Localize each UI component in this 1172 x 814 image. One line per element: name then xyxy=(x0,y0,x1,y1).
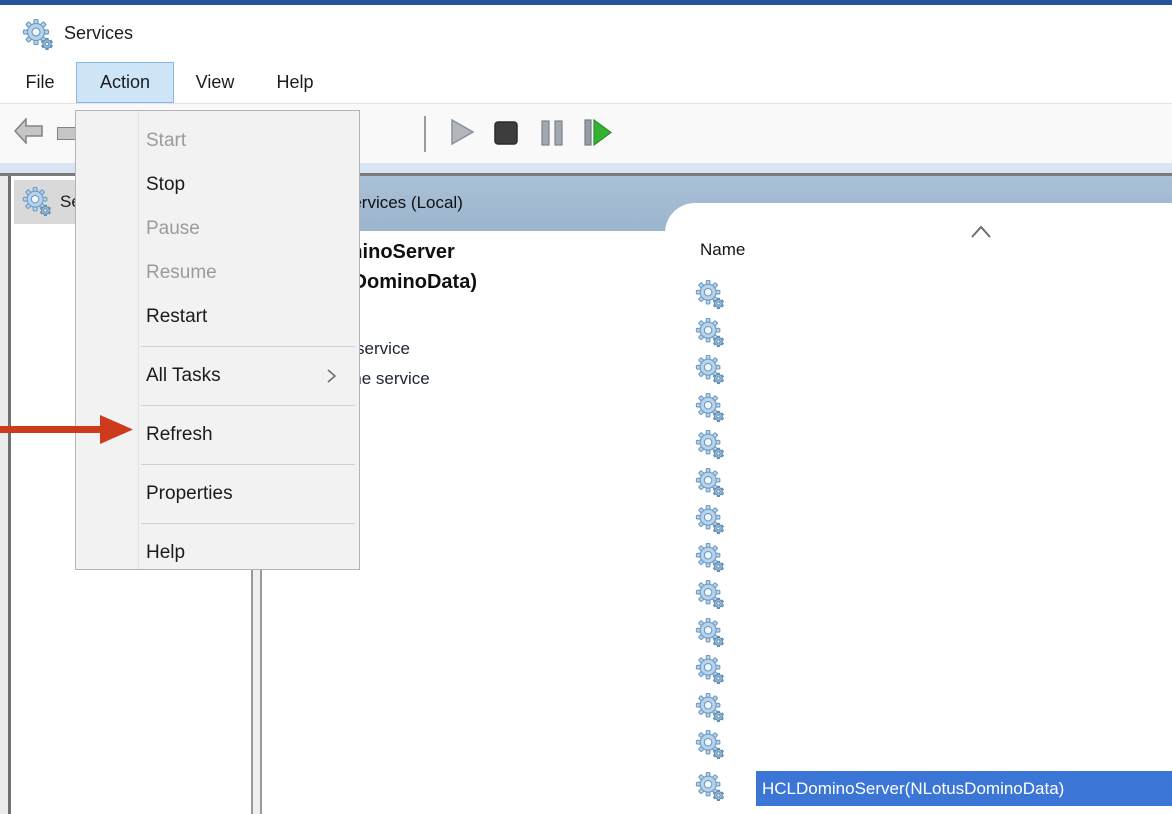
menu-file[interactable]: File xyxy=(12,62,68,103)
service-gear-icon xyxy=(695,618,725,648)
menu-item-label: Restart xyxy=(146,306,207,328)
menu-separator xyxy=(141,405,355,406)
service-row[interactable] xyxy=(692,652,1172,689)
back-arrow-icon[interactable] xyxy=(14,118,44,144)
service-row[interactable] xyxy=(692,427,1172,464)
selection-highlight: HCLDominoServer(NLotusDominoData) xyxy=(756,771,1172,806)
service-gear-icon xyxy=(695,543,725,573)
menu-item-label: Start xyxy=(146,130,186,152)
stop-service-icon[interactable] xyxy=(493,120,519,146)
menu-view[interactable]: View xyxy=(184,62,246,103)
action-dropdown-menu: Start Stop Pause Resume Restart All Tasks Refr… xyxy=(75,110,360,570)
toolbar-separator xyxy=(424,116,426,152)
menu-item-label: Help xyxy=(146,542,185,564)
service-gear-icon xyxy=(695,318,725,348)
service-row[interactable] xyxy=(692,727,1172,764)
menu-item-resume: Resume xyxy=(76,251,359,295)
sort-ascending-icon[interactable] xyxy=(970,225,992,239)
service-row[interactable] xyxy=(692,577,1172,614)
pause-service-icon xyxy=(539,120,565,146)
column-header-name[interactable]: Name xyxy=(700,240,745,260)
start-service-icon xyxy=(450,118,475,146)
service-gear-icon xyxy=(695,655,725,685)
service-gear-icon xyxy=(695,730,725,760)
service-row[interactable] xyxy=(692,277,1172,314)
window-title: Services xyxy=(64,23,133,44)
service-row[interactable] xyxy=(692,390,1172,427)
service-gear-icon xyxy=(695,505,725,535)
services-node-icon xyxy=(22,187,52,217)
menu-separator xyxy=(141,523,355,524)
restart-service-icon[interactable] xyxy=(583,119,613,146)
menu-action[interactable]: Action xyxy=(76,62,174,103)
service-row[interactable] xyxy=(692,352,1172,389)
menu-item-label: All Tasks xyxy=(146,365,221,387)
service-row[interactable] xyxy=(692,540,1172,577)
menu-item-label: Pause xyxy=(146,218,200,240)
menu-item-start: Start xyxy=(76,119,359,163)
submenu-chevron-icon xyxy=(326,368,337,384)
menu-item-label: Properties xyxy=(146,483,233,505)
service-gear-icon xyxy=(695,693,725,723)
service-row[interactable] xyxy=(692,690,1172,727)
service-gear-icon xyxy=(695,393,725,423)
service-row[interactable] xyxy=(692,502,1172,539)
service-gear-icon xyxy=(695,430,725,460)
menu-item-help[interactable]: Help xyxy=(76,531,359,575)
service-row[interactable] xyxy=(692,465,1172,502)
menu-item-all-tasks[interactable]: All Tasks xyxy=(76,354,359,398)
service-row-selected[interactable]: HCLDominoServer(NLotusDominoData) xyxy=(692,768,1172,806)
menu-item-restart[interactable]: Restart xyxy=(76,295,359,339)
services-window: Services File Action View Help xyxy=(0,0,1172,814)
service-gear-icon xyxy=(695,280,725,310)
menu-item-properties[interactable]: Properties xyxy=(76,472,359,516)
services-app-icon xyxy=(22,19,54,51)
menu-item-label: Refresh xyxy=(146,424,213,446)
forward-arrow-icon[interactable] xyxy=(57,127,75,140)
menu-separator xyxy=(141,346,355,347)
window-left-gutter xyxy=(0,176,8,814)
menu-help[interactable]: Help xyxy=(264,62,326,103)
services-detail-pane: Services (Local) HCLDominoServer (NLotus… xyxy=(262,176,1172,814)
menu-item-label: Resume xyxy=(146,262,217,284)
menu-item-stop[interactable]: Stop xyxy=(76,163,359,207)
menu-bar: File Action View Help xyxy=(0,62,1172,104)
menu-item-label: Stop xyxy=(146,174,185,196)
service-gear-icon xyxy=(695,355,725,385)
service-gear-icon xyxy=(695,772,725,802)
red-annotation-arrow xyxy=(0,410,136,449)
service-row[interactable] xyxy=(692,615,1172,652)
service-row[interactable] xyxy=(692,315,1172,352)
service-gear-icon xyxy=(695,468,725,498)
menu-item-pause: Pause xyxy=(76,207,359,251)
service-gear-icon xyxy=(695,580,725,610)
title-bar[interactable]: Services xyxy=(0,5,1172,62)
selected-service-row-label: HCLDominoServer(NLotusDominoData) xyxy=(762,779,1064,799)
menu-separator xyxy=(141,464,355,465)
